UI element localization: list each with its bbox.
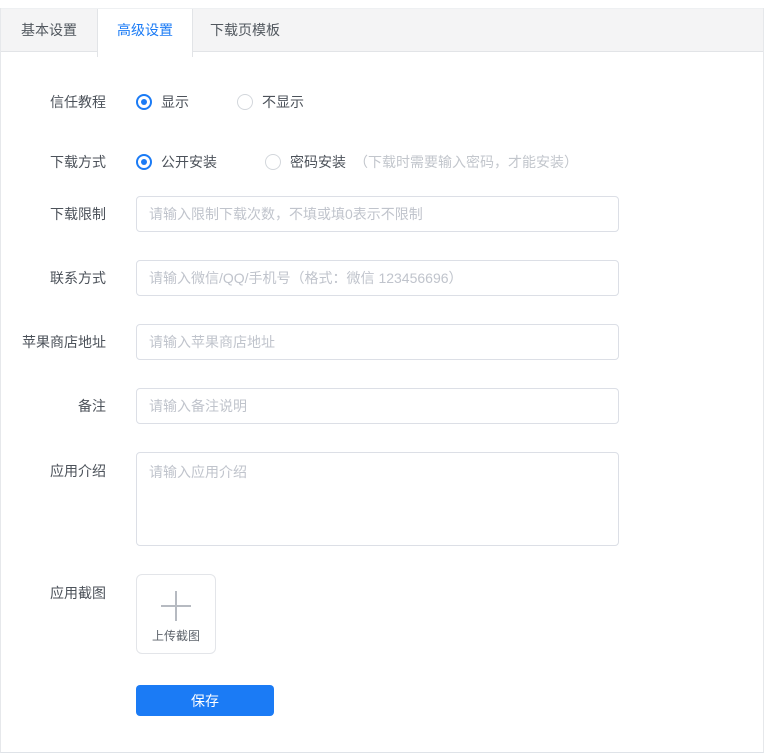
download-method-row: 下载方式 公开安装 密码安装 （下载时需要输入密码，才能安装）: [1, 152, 763, 172]
tab-basic-settings[interactable]: 基本设置: [1, 9, 97, 51]
apple-store-row: 苹果商店地址: [1, 324, 763, 360]
trust-tutorial-show-label: 显示: [161, 94, 189, 110]
radio-unselected-icon: [237, 94, 253, 110]
download-limit-input[interactable]: [136, 196, 619, 232]
trust-tutorial-hide-label: 不显示: [262, 94, 304, 110]
apple-store-input[interactable]: [136, 324, 619, 360]
contact-input[interactable]: [136, 260, 619, 296]
app-screenshot-label: 应用截图: [50, 585, 106, 601]
app-intro-label: 应用介绍: [50, 463, 106, 479]
apple-store-label: 苹果商店地址: [22, 334, 106, 350]
radio-selected-icon: [136, 154, 152, 170]
plus-icon: [161, 591, 191, 621]
trust-tutorial-label: 信任教程: [50, 94, 106, 110]
save-button[interactable]: 保存: [136, 685, 274, 716]
trust-tutorial-hide-radio[interactable]: 不显示: [237, 92, 304, 112]
app-intro-textarea[interactable]: [136, 452, 619, 546]
download-method-password-label: 密码安装: [290, 154, 346, 170]
trust-tutorial-radio-group: 显示 不显示: [136, 92, 304, 112]
app-screenshot-row: 应用截图 上传截图: [1, 574, 763, 654]
download-limit-label: 下载限制: [50, 206, 106, 222]
trust-tutorial-show-radio[interactable]: 显示: [136, 92, 189, 112]
tab-download-page-template[interactable]: 下载页模板: [193, 9, 297, 51]
contact-label: 联系方式: [50, 270, 106, 286]
advanced-settings-form: 信任教程 显示 不显示 下载方式 公开安装 密码安装 （下载时需要输入密码，才能…: [1, 52, 763, 716]
download-limit-row: 下载限制: [1, 196, 763, 232]
download-method-note: （下载时需要输入密码，才能安装）: [354, 154, 578, 170]
upload-screenshot-text: 上传截图: [151, 629, 200, 643]
radio-unselected-icon: [265, 154, 281, 170]
tab-bar: 基本设置 高级设置 下载页模板: [1, 8, 763, 57]
settings-panel: 基本设置 高级设置 下载页模板 信任教程 显示 不显示 下载方式 公开安装 密码…: [0, 8, 764, 753]
save-row: 保存: [136, 685, 763, 716]
download-method-public-label: 公开安装: [161, 154, 217, 170]
download-method-label: 下载方式: [50, 154, 106, 170]
trust-tutorial-row: 信任教程 显示 不显示: [1, 92, 763, 112]
contact-row: 联系方式: [1, 260, 763, 296]
radio-selected-icon: [136, 94, 152, 110]
download-method-public-radio[interactable]: 公开安装: [136, 152, 217, 172]
remark-row: 备注: [1, 388, 763, 424]
download-method-password-radio[interactable]: 密码安装: [265, 152, 346, 172]
remark-label: 备注: [78, 398, 106, 414]
download-method-radio-group: 公开安装 密码安装 （下载时需要输入密码，才能安装）: [136, 152, 578, 172]
remark-input[interactable]: [136, 388, 619, 424]
page-top-margin: [0, 0, 764, 8]
tab-advanced-settings[interactable]: 高级设置: [97, 9, 193, 57]
app-intro-row: 应用介绍: [1, 452, 763, 546]
upload-screenshot-button[interactable]: 上传截图: [136, 574, 216, 654]
